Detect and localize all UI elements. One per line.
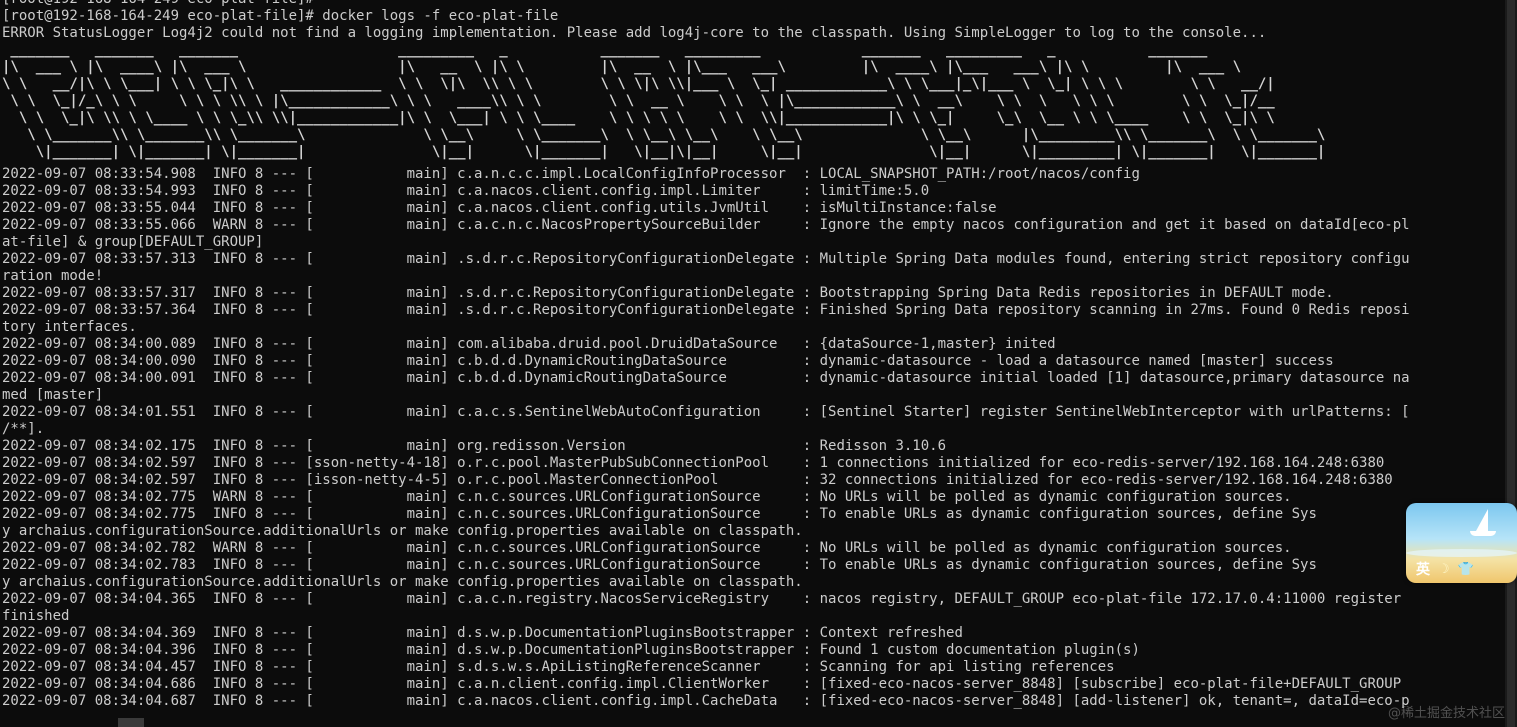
- log-line: 2022-09-07 08:33:57.317 INFO 8 --- [ mai…: [2, 285, 1334, 301]
- banner-line: \ \ \_|/_\ \ \ \ \ \ \\ \ |\____________…: [2, 93, 1275, 109]
- banner-line: \ \_______\\ \_______\\ \_______\ \ \__\…: [2, 127, 1326, 143]
- log-line: 2022-09-07 08:33:54.993 INFO 8 --- [ mai…: [2, 183, 930, 199]
- log-line: 2022-09-07 08:34:02.597 INFO 8 --- [isso…: [2, 472, 1393, 488]
- log-line: 2022-09-07 08:34:04.365 INFO 8 --- [ mai…: [2, 591, 1402, 607]
- skin-shirt-icon[interactable]: 👕: [1458, 562, 1474, 577]
- log-line: 2022-09-07 08:33:54.908 INFO 8 --- [ mai…: [2, 166, 1140, 182]
- log-line: 2022-09-07 08:34:02.782 WARN 8 --- [ mai…: [2, 540, 1292, 556]
- log-line: 2022-09-07 08:33:57.364 INFO 8 --- [ mai…: [2, 302, 1410, 318]
- log-line: finished: [2, 608, 70, 624]
- log-line: 2022-09-07 08:34:02.597 INFO 8 --- [sson…: [2, 455, 1385, 471]
- banner-line: |\ ___ \ |\ ____\ |\ ___ \ |\ __ \ |\ \ …: [2, 59, 1250, 75]
- log-line: y archaius.configurationSource.additiona…: [2, 574, 803, 590]
- ime-toolbar: 英 ☽ 👕: [1410, 559, 1512, 579]
- ime-status-widget[interactable]: 英 ☽ 👕: [1406, 503, 1517, 583]
- vertical-scrollbar[interactable]: [1505, 0, 1517, 727]
- log-line: 2022-09-07 08:34:04.457 INFO 8 --- [ mai…: [2, 659, 1115, 675]
- moon-icon[interactable]: ☽: [1438, 562, 1450, 577]
- log-line: 2022-09-07 08:33:55.066 WARN 8 --- [ mai…: [2, 217, 1410, 233]
- wave-decoration: [1406, 549, 1517, 557]
- partial-top-line: [root@192-168-164-249 eco-plat-file]#: [0, 0, 1505, 8]
- log-line: 2022-09-07 08:34:04.369 INFO 8 --- [ mai…: [2, 625, 963, 641]
- ascii-banner: _______ _______ _______ _________ _ ____…: [0, 42, 1505, 166]
- log-line: 2022-09-07 08:33:57.313 INFO 8 --- [ mai…: [2, 251, 1410, 267]
- log-line: /**].: [2, 421, 45, 437]
- log-line: y archaius.configurationSource.additiona…: [2, 523, 803, 539]
- log-line: 2022-09-07 08:33:55.044 INFO 8 --- [ mai…: [2, 200, 997, 216]
- log-output: 2022-09-07 08:33:54.908 INFO 8 --- [ mai…: [0, 166, 1505, 710]
- log-line: 2022-09-07 08:34:04.686 INFO 8 --- [ mai…: [2, 676, 1402, 692]
- log-line: 2022-09-07 08:34:04.396 INFO 8 --- [ mai…: [2, 642, 1140, 658]
- banner-line: \|_______| \|_______| \|_______| \|__| \…: [2, 144, 1326, 160]
- ime-mode-toggle[interactable]: 英: [1416, 559, 1430, 579]
- log-line: ration mode!: [2, 268, 104, 284]
- error-line: ERROR StatusLogger Log4j2 could not find…: [2, 25, 1267, 41]
- terminal-window[interactable]: [root@192-168-164-249 eco-plat-file]# [r…: [0, 0, 1505, 727]
- banner-line: _______ _______ _______ _________ _ ____…: [2, 42, 1216, 58]
- log-line: 2022-09-07 08:34:04.687 INFO 8 --- [ mai…: [2, 693, 1410, 709]
- log-line: 2022-09-07 08:34:00.091 INFO 8 --- [ mai…: [2, 370, 1410, 386]
- log-line: 2022-09-07 08:34:02.775 WARN 8 --- [ mai…: [2, 489, 1292, 505]
- log-line: med [master]: [2, 387, 104, 403]
- log-line: at-file] & group[DEFAULT_GROUP]: [2, 234, 264, 250]
- command-prompt-line: [root@192-168-164-249 eco-plat-file]# do…: [2, 8, 559, 24]
- watermark-text: @稀土掘金技术社区: [1387, 706, 1505, 721]
- terminal-cursor: [118, 718, 144, 727]
- log-line: 2022-09-07 08:34:02.775 INFO 8 --- [ mai…: [2, 506, 1317, 522]
- log-line: 2022-09-07 08:34:00.089 INFO 8 --- [ mai…: [2, 336, 1056, 352]
- log-line: 2022-09-07 08:34:01.551 INFO 8 --- [ mai…: [2, 404, 1410, 420]
- banner-line: \ \ __/|\ \ \___| \ \ \_|\ \ ___________…: [2, 76, 1275, 92]
- sailboat-icon: [1476, 509, 1488, 531]
- log-line: 2022-09-07 08:34:00.090 INFO 8 --- [ mai…: [2, 353, 1334, 369]
- boat-hull-icon: [1470, 531, 1496, 536]
- scrollbar-thumb[interactable]: [1507, 0, 1515, 727]
- banner-line: \ \ \_|\ \\ \ \____ \ \ \_\\ \\|________…: [2, 110, 1275, 126]
- log-line: 2022-09-07 08:34:02.783 INFO 8 --- [ mai…: [2, 557, 1317, 573]
- log-line: 2022-09-07 08:34:02.175 INFO 8 --- [ mai…: [2, 438, 947, 454]
- log-line: tory interfaces.: [2, 319, 137, 335]
